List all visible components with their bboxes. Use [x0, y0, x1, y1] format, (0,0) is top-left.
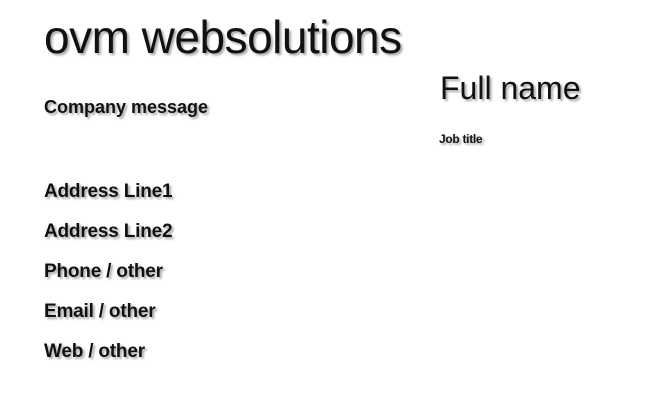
address-line-1: Address Line1: [44, 181, 173, 202]
address-line-2: Address Line2: [44, 221, 173, 242]
company-message: Company message: [44, 97, 209, 117]
business-card: ovm websolutions Company message Full na…: [0, 0, 650, 400]
company-name: ovm websolutions: [44, 11, 402, 63]
full-name: Full name: [440, 70, 581, 106]
job-title: Job title: [439, 132, 483, 146]
email-line: Email / other: [44, 301, 156, 322]
contact-details: Address Line1 Address Line2 Phone / othe…: [44, 181, 173, 382]
web-line: Web / other: [44, 341, 145, 362]
phone-line: Phone / other: [44, 261, 163, 282]
